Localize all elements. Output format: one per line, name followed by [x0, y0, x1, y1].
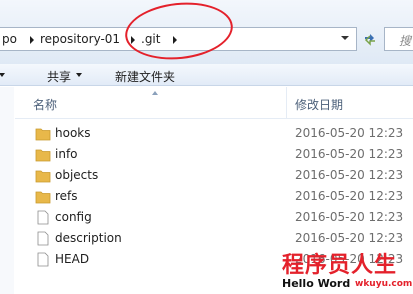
column-name-header[interactable]: 名称 [33, 96, 57, 113]
navigation-pane[interactable] [0, 87, 14, 294]
new-folder-button[interactable]: 新建文件夹 [115, 68, 175, 85]
list-item[interactable]: description 2016-05-20 12:23 [15, 228, 413, 249]
command-toolbar: 共享 新建文件夹 [0, 64, 413, 86]
breadcrumb-repository[interactable]: repository-01 [40, 32, 120, 46]
file-name: description [55, 231, 122, 245]
list-item[interactable]: objects 2016-05-20 12:23 [15, 165, 413, 186]
chevron-down-icon[interactable] [0, 73, 5, 77]
file-date: 2016-05-20 12:23 [295, 168, 404, 182]
share-dropdown-icon[interactable] [76, 73, 82, 77]
file-date: 2016-05-20 12:23 [295, 147, 404, 161]
file-icon [37, 210, 49, 225]
list-item[interactable]: hooks 2016-05-20 12:23 [15, 123, 413, 144]
list-item[interactable]: refs 2016-05-20 12:23 [15, 186, 413, 207]
file-name: refs [55, 189, 78, 203]
file-name: HEAD [55, 252, 90, 266]
file-name: hooks [55, 126, 91, 140]
search-input[interactable]: 搜 [384, 27, 413, 51]
watermark-subtitle: Hello Word [282, 277, 351, 290]
breadcrumb-separator-icon[interactable] [30, 36, 34, 44]
refresh-icon [364, 34, 375, 46]
folder-icon [35, 128, 51, 141]
column-divider[interactable] [286, 87, 287, 119]
refresh-button[interactable] [359, 28, 381, 50]
watermark-title: 程序员人生 [282, 253, 398, 278]
list-item[interactable]: info 2016-05-20 12:23 [15, 144, 413, 165]
breadcrumb-po[interactable]: po [2, 32, 17, 46]
folder-icon [35, 191, 51, 204]
file-date: 2016-05-20 12:23 [295, 189, 404, 203]
list-item[interactable]: config 2016-05-20 12:23 [15, 207, 413, 228]
file-date: 2016-05-20 12:23 [295, 210, 404, 224]
folder-icon [35, 149, 51, 162]
file-name: info [55, 147, 78, 161]
share-button[interactable]: 共享 [47, 68, 71, 85]
file-date: 2016-05-20 12:23 [295, 231, 404, 245]
address-dropdown-icon[interactable] [341, 36, 349, 40]
file-icon [37, 252, 49, 267]
search-placeholder: 搜 [399, 34, 412, 48]
file-name: config [55, 210, 92, 224]
file-name: objects [55, 168, 99, 182]
sort-arrow-icon [152, 91, 158, 95]
file-date: 2016-05-20 12:23 [295, 126, 404, 140]
column-date-header[interactable]: 修改日期 [295, 96, 343, 113]
column-header: 名称 修改日期 [15, 87, 413, 119]
watermark-url: wkuyu.com [355, 279, 413, 289]
file-icon [37, 231, 49, 246]
folder-icon [35, 170, 51, 183]
